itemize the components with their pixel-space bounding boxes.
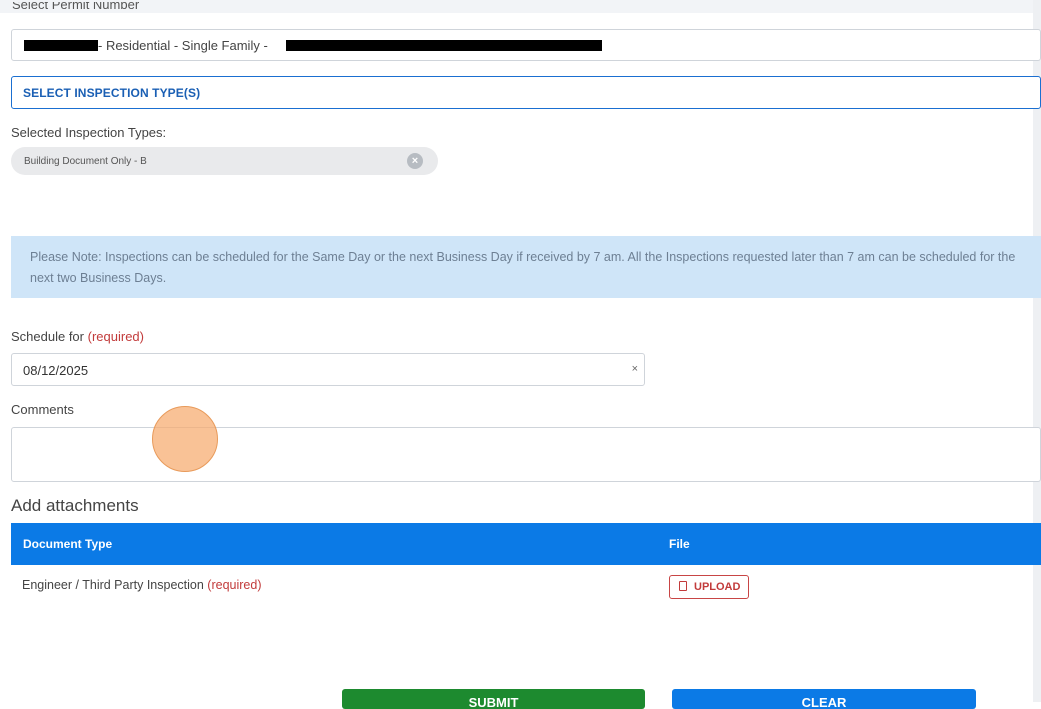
required-marker: (required) xyxy=(87,329,144,344)
chip-label: Building Document Only - B xyxy=(24,156,147,167)
document-type-text: Engineer / Third Party Inspection xyxy=(22,578,204,592)
file-upload-icon xyxy=(679,581,687,591)
click-indicator xyxy=(152,406,218,472)
clear-button[interactable]: CLEAR xyxy=(672,689,976,709)
upload-button[interactable]: UPLOAD xyxy=(669,575,749,599)
permit-value: - Residential - Single Family - xyxy=(98,38,268,53)
schedule-date-input[interactable]: 08/12/2025 × xyxy=(11,353,645,386)
column-document-type: Document Type xyxy=(23,537,113,551)
remove-chip-icon[interactable]: × xyxy=(407,153,423,169)
submit-label: SUBMIT xyxy=(468,695,519,709)
top-bar xyxy=(0,0,1041,13)
document-required-marker: (required) xyxy=(207,578,262,592)
attachments-title: Add attachments xyxy=(11,496,139,515)
select-inspection-type-label: SELECT INSPECTION TYPE(S) xyxy=(23,86,201,100)
attachment-row-document-type: Engineer / Third Party Inspection (requi… xyxy=(22,578,261,592)
selected-types-label: Selected Inspection Types: xyxy=(11,125,167,140)
upload-label: UPLOAD xyxy=(694,581,741,593)
submit-button[interactable]: SUBMIT xyxy=(342,689,645,709)
redacted-permit-id xyxy=(24,40,98,51)
clear-date-icon[interactable]: × xyxy=(632,363,638,375)
redacted-address xyxy=(286,40,602,51)
selected-type-chip: Building Document Only - B × xyxy=(11,147,438,175)
schedule-date-value: 08/12/2025 xyxy=(23,363,89,378)
schedule-label: Schedule for (required) xyxy=(11,329,144,344)
comments-label: Comments xyxy=(11,402,74,417)
scheduling-note: Please Note: Inspections can be schedule… xyxy=(11,236,1041,298)
attachments-table-header: Document Type File xyxy=(11,523,1041,565)
permit-number-label: Select Permit Number xyxy=(12,2,140,12)
clear-label: CLEAR xyxy=(801,695,847,709)
schedule-label-text: Schedule for xyxy=(11,329,84,344)
select-inspection-type-button[interactable]: SELECT INSPECTION TYPE(S) xyxy=(11,76,1041,109)
permit-number-select[interactable]: - Residential - Single Family - xyxy=(11,29,1041,61)
column-file: File xyxy=(669,537,690,551)
